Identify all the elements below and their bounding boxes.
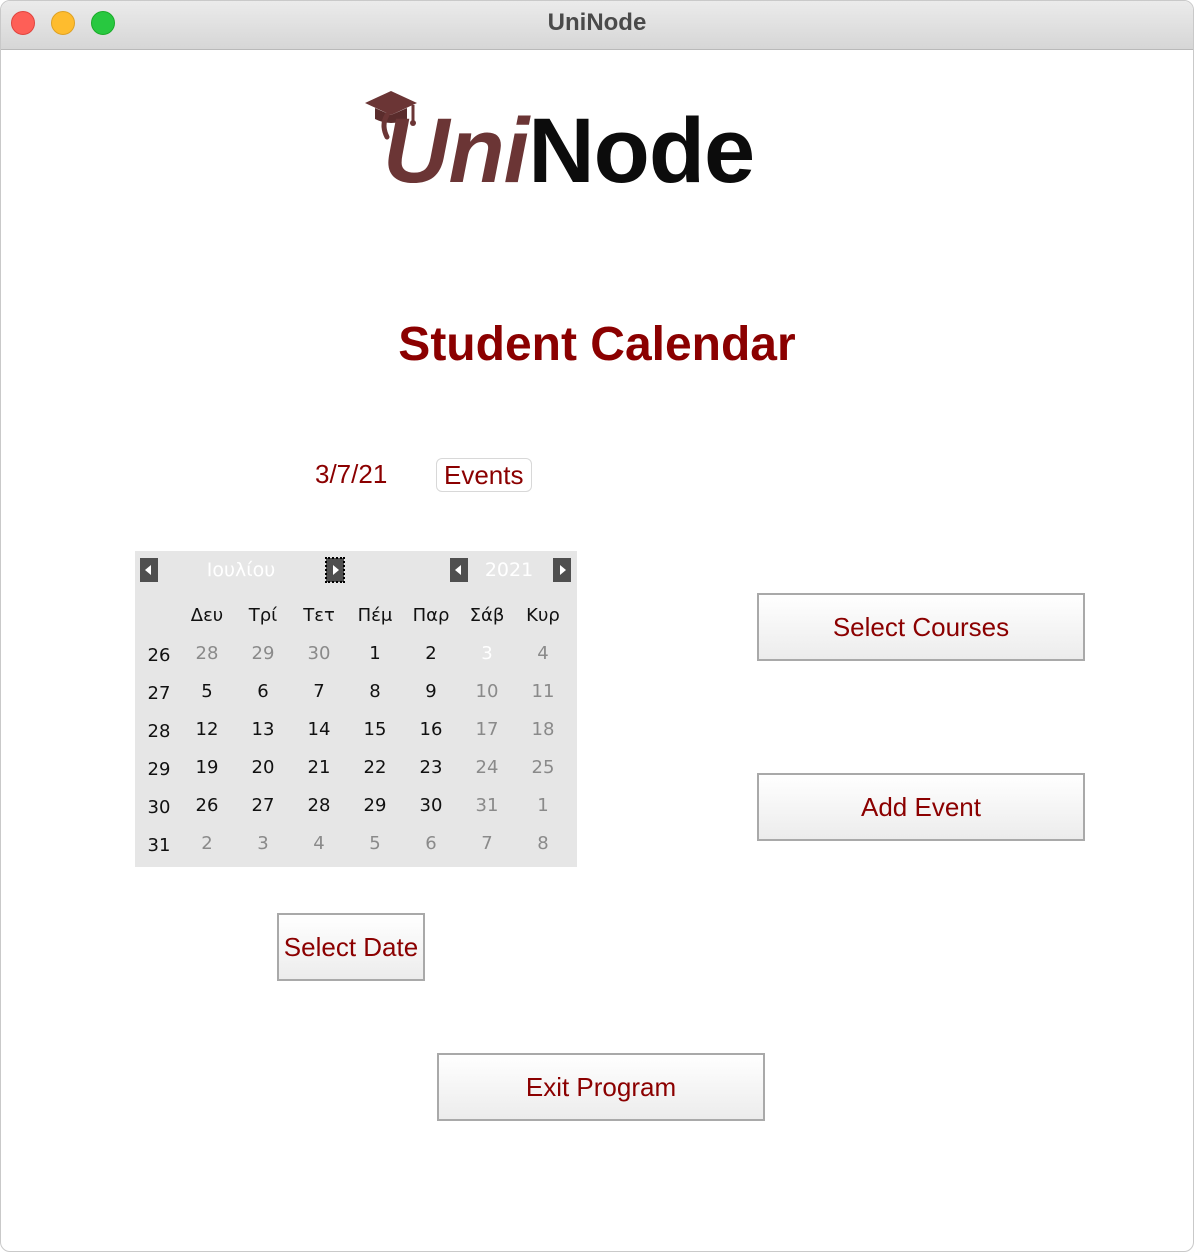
calendar-day[interactable]: 3 [238,833,288,854]
week-number: 27 [147,683,171,704]
weekday-header: Πέμ [357,605,393,626]
select-date-button[interactable]: Select Date [277,913,425,981]
calendar-day[interactable]: 28 [294,795,344,816]
calendar-day[interactable]: 2 [406,643,456,664]
calendar-day[interactable]: 2 [182,833,232,854]
calendar-month-label: Ιουλίου [206,559,276,581]
calendar-day[interactable]: 27 [238,795,288,816]
uninode-logo: UniNode [361,85,821,205]
calendar-day[interactable]: 22 [350,757,400,778]
calendar-day[interactable]: 11 [518,681,568,702]
calendar-day[interactable]: 9 [406,681,456,702]
calendar-day[interactable]: 30 [294,643,344,664]
exit-program-button[interactable]: Exit Program [437,1053,765,1121]
calendar-year-label: 2021 [484,559,534,581]
week-number: 29 [147,759,171,780]
calendar-day[interactable]: 10 [462,681,512,702]
calendar-day[interactable]: 25 [518,757,568,778]
weekday-header: Τετ [303,605,335,626]
calendar-day[interactable]: 15 [350,719,400,740]
calendar-day[interactable]: 6 [406,833,456,854]
week-number: 31 [147,835,171,856]
calendar-day[interactable]: 20 [238,757,288,778]
calendar-day[interactable]: 7 [462,833,512,854]
logo-text-uni: Uni [383,100,529,202]
weekday-header: Σάβ [469,605,505,626]
calendar-day[interactable]: 30 [406,795,456,816]
logo-text-node: Node [528,100,755,202]
calendar-day[interactable]: 14 [294,719,344,740]
calendar-day[interactable]: 4 [518,643,568,664]
next-year-icon[interactable] [553,558,571,582]
calendar-day[interactable]: 29 [350,795,400,816]
week-number: 28 [147,721,171,742]
calendar-day[interactable]: 23 [406,757,456,778]
calendar-day[interactable]: 6 [238,681,288,702]
page-title: Student Calendar [398,318,796,371]
calendar-day[interactable]: 5 [350,833,400,854]
app-window: UniNode UniNode Student Calendar 3/7/21 … [0,0,1194,1252]
calendar-day[interactable]: 21 [294,757,344,778]
calendar-day[interactable]: 19 [182,757,232,778]
calendar-day[interactable]: 18 [518,719,568,740]
weekday-header: Κυρ [526,605,560,626]
calendar-day[interactable]: 26 [182,795,232,816]
weekday-header: Τρί [248,605,278,626]
calendar-day-selected[interactable]: 3 [462,643,512,664]
calendar-day[interactable]: 8 [350,681,400,702]
calendar-day[interactable]: 7 [294,681,344,702]
window-title: UniNode [547,9,647,36]
calendar-day[interactable]: 16 [406,719,456,740]
previous-month-icon[interactable] [140,558,158,582]
add-event-button[interactable]: Add Event [757,773,1085,841]
previous-year-icon[interactable] [450,558,468,582]
next-month-icon[interactable] [325,557,345,583]
calendar-day[interactable]: 1 [518,795,568,816]
weekday-header: Δευ [190,605,224,626]
week-number: 30 [147,797,171,818]
weekday-header: Παρ [412,605,450,626]
calendar-day[interactable]: 13 [238,719,288,740]
events-button[interactable]: Events [436,458,532,492]
calendar-day[interactable]: 8 [518,833,568,854]
selected-date-label: 3/7/21 [315,459,388,489]
calendar-day[interactable]: 28 [182,643,232,664]
calendar-day[interactable]: 12 [182,719,232,740]
calendar-day[interactable]: 17 [462,719,512,740]
calendar-day[interactable]: 24 [462,757,512,778]
calendar-day[interactable]: 29 [238,643,288,664]
select-courses-button[interactable]: Select Courses [757,593,1085,661]
calendar-day[interactable]: 5 [182,681,232,702]
logo-wordmark: UniNode [383,105,755,197]
week-number: 26 [147,645,171,666]
title-bar[interactable]: UniNode [1,1,1193,50]
calendar-day[interactable]: 31 [462,795,512,816]
calendar-day[interactable]: 1 [350,643,400,664]
calendar-day[interactable]: 4 [294,833,344,854]
calendar-widget: Ιουλίου 2021 Δευ Τρί Τετ Πέμ Παρ Σάβ Κυρ 26 28 29… [135,551,577,867]
